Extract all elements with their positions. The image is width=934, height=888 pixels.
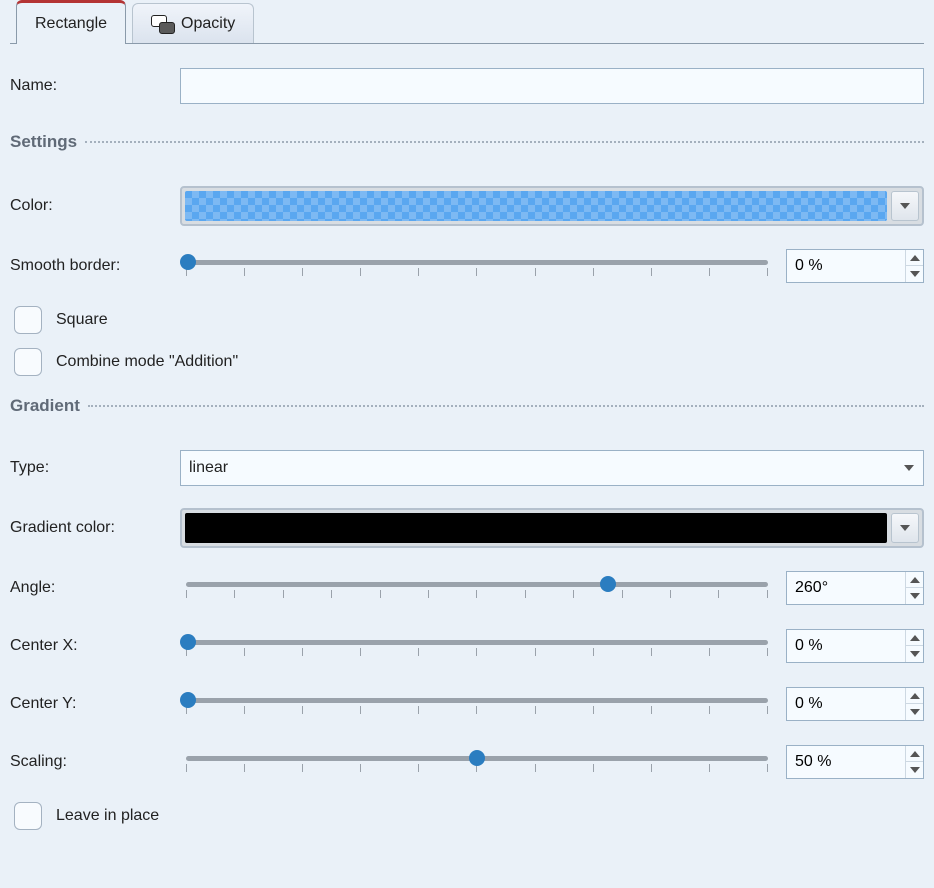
center-y-label: Center Y:: [10, 695, 180, 713]
type-select[interactable]: [180, 450, 924, 486]
square-checkbox[interactable]: [14, 306, 42, 334]
scaling-slider[interactable]: [180, 744, 774, 780]
gradient-color-picker[interactable]: [180, 508, 924, 548]
center-y-value[interactable]: [787, 688, 905, 720]
tab-rectangle-label: Rectangle: [35, 15, 107, 33]
slider-thumb[interactable]: [469, 750, 485, 766]
center-y-slider[interactable]: [180, 686, 774, 722]
leave-in-place-label: Leave in place: [56, 807, 159, 825]
triangle-down-icon: [910, 767, 920, 773]
color-label: Color:: [10, 197, 180, 215]
scaling-value[interactable]: [787, 746, 905, 778]
scaling-spinbox[interactable]: [786, 745, 924, 779]
chevron-down-icon: [900, 203, 910, 209]
smooth-border-value[interactable]: [787, 250, 905, 282]
divider: [88, 405, 924, 407]
tab-strip: Rectangle Opacity: [10, 0, 924, 44]
name-input[interactable]: [180, 68, 924, 104]
center-x-spinbox[interactable]: [786, 629, 924, 663]
spin-up-button[interactable]: [906, 572, 923, 588]
angle-spinbox[interactable]: [786, 571, 924, 605]
spin-down-button[interactable]: [906, 762, 923, 778]
spin-down-button[interactable]: [906, 646, 923, 662]
chevron-down-icon: [900, 525, 910, 531]
leave-in-place-checkbox[interactable]: [14, 802, 42, 830]
slider-thumb[interactable]: [180, 692, 196, 708]
spin-down-button[interactable]: [906, 704, 923, 720]
tab-opacity[interactable]: Opacity: [132, 3, 254, 43]
color-swatch: [185, 191, 887, 221]
spin-up-button[interactable]: [906, 746, 923, 762]
smooth-border-spinbox[interactable]: [786, 249, 924, 283]
slider-thumb[interactable]: [180, 634, 196, 650]
color-picker[interactable]: [180, 186, 924, 226]
angle-label: Angle:: [10, 579, 180, 597]
angle-value[interactable]: [787, 572, 905, 604]
section-settings-title: Settings: [10, 132, 77, 152]
spin-up-button[interactable]: [906, 250, 923, 266]
tab-rectangle[interactable]: Rectangle: [16, 0, 126, 44]
slider-thumb[interactable]: [180, 254, 196, 270]
color-dropdown-button[interactable]: [891, 191, 919, 221]
type-label: Type:: [10, 459, 180, 477]
opacity-icon: [151, 15, 173, 33]
smooth-border-slider[interactable]: [180, 248, 774, 284]
gradient-color-label: Gradient color:: [10, 519, 180, 537]
center-x-slider[interactable]: [180, 628, 774, 664]
combine-mode-checkbox[interactable]: [14, 348, 42, 376]
center-y-spinbox[interactable]: [786, 687, 924, 721]
triangle-down-icon: [910, 651, 920, 657]
triangle-up-icon: [910, 751, 920, 757]
combine-checkbox-row: Combine mode "Addition": [14, 348, 924, 376]
center-x-label: Center X:: [10, 637, 180, 655]
name-label: Name:: [10, 77, 180, 95]
triangle-down-icon: [910, 709, 920, 715]
gradient-color-dropdown-button[interactable]: [891, 513, 919, 543]
triangle-up-icon: [910, 635, 920, 641]
triangle-down-icon: [910, 271, 920, 277]
triangle-down-icon: [910, 593, 920, 599]
triangle-up-icon: [910, 693, 920, 699]
spin-down-button[interactable]: [906, 266, 923, 282]
scaling-label: Scaling:: [10, 753, 180, 771]
tab-opacity-label: Opacity: [181, 15, 235, 33]
section-settings: Settings: [10, 132, 924, 152]
center-x-value[interactable]: [787, 630, 905, 662]
spin-up-button[interactable]: [906, 630, 923, 646]
divider: [85, 141, 924, 143]
triangle-up-icon: [910, 577, 920, 583]
square-label: Square: [56, 311, 108, 329]
section-gradient: Gradient: [10, 396, 924, 416]
gradient-color-swatch: [185, 513, 887, 543]
smooth-border-label: Smooth border:: [10, 257, 180, 275]
rectangle-properties-panel: Rectangle Opacity Name: Settings Color:: [0, 0, 934, 850]
section-gradient-title: Gradient: [10, 396, 80, 416]
square-checkbox-row: Square: [14, 306, 924, 334]
leave-in-place-row: Leave in place: [14, 802, 924, 830]
combine-mode-label: Combine mode "Addition": [56, 353, 238, 371]
spin-down-button[interactable]: [906, 588, 923, 604]
triangle-up-icon: [910, 255, 920, 261]
angle-slider[interactable]: [180, 570, 774, 606]
slider-thumb[interactable]: [600, 576, 616, 592]
spin-up-button[interactable]: [906, 688, 923, 704]
